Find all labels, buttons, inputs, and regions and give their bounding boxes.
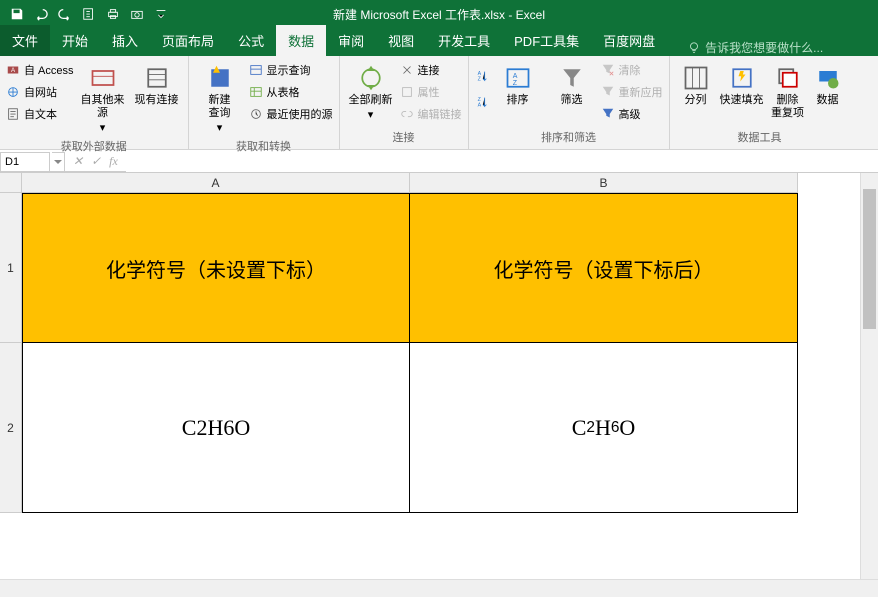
connections-button[interactable]: 连接 xyxy=(400,60,462,80)
new-icon[interactable] xyxy=(78,3,100,25)
ribbon-tabs: 文件 开始 插入 页面布局 公式 数据 审阅 视图 开发工具 PDF工具集 百度… xyxy=(0,28,878,56)
data-validation-button[interactable]: 数据 xyxy=(812,60,844,107)
cell-a1[interactable]: 化学符号（未设置下标） xyxy=(22,193,410,343)
title-bar: 新建 Microsoft Excel 工作表.xlsx - Excel xyxy=(0,0,878,28)
enter-icon[interactable]: ✓ xyxy=(91,154,101,169)
row-header-2[interactable]: 2 xyxy=(0,343,22,513)
undo-icon[interactable] xyxy=(30,3,52,25)
sort-asc-icon[interactable]: AZ xyxy=(475,66,489,86)
tab-review[interactable]: 审阅 xyxy=(326,25,376,56)
cell-b1[interactable]: 化学符号（设置下标后） xyxy=(410,193,798,343)
cell-a2[interactable]: C2H6O xyxy=(22,343,410,513)
text-to-columns-button[interactable]: 分列 xyxy=(676,60,716,107)
from-text-button[interactable]: 自文本 xyxy=(6,104,74,124)
cancel-icon[interactable]: ✕ xyxy=(73,154,83,169)
remove-duplicates-button[interactable]: 删除 重复项 xyxy=(768,60,808,120)
name-box-dropdown[interactable] xyxy=(52,152,65,172)
formula-input[interactable] xyxy=(126,152,878,172)
camera-icon[interactable] xyxy=(126,3,148,25)
bulb-icon xyxy=(687,41,701,55)
tab-baidu[interactable]: 百度网盘 xyxy=(591,25,667,56)
group-connections: 全部刷新▾ 连接 属性 编辑链接 连接 xyxy=(340,56,469,149)
save-icon[interactable] xyxy=(6,3,28,25)
tell-me-text: 告诉我您想要做什么... xyxy=(705,39,823,56)
select-all-corner[interactable] xyxy=(0,173,22,193)
new-query-button[interactable]: 新建 查询▾ xyxy=(195,60,245,136)
tab-file[interactable]: 文件 xyxy=(0,25,50,56)
flash-fill-button[interactable]: 快速填充 xyxy=(720,60,764,107)
svg-text:A: A xyxy=(512,73,517,80)
window-title: 新建 Microsoft Excel 工作表.xlsx - Excel xyxy=(333,6,545,23)
spreadsheet-grid: A B 1 2 化学符号（未设置下标） 化学符号（设置下标后） C2H6O C2… xyxy=(0,172,878,597)
redo-icon[interactable] xyxy=(54,3,76,25)
properties-button: 属性 xyxy=(400,82,462,102)
from-access-button[interactable]: A自 Access xyxy=(6,60,74,80)
vertical-scrollbar[interactable] xyxy=(860,173,878,579)
group-external-data: A自 Access 自网站 自文本 自其他来源▾ 现有连接 获取外部数据 xyxy=(0,56,189,149)
svg-text:Z: Z xyxy=(477,76,481,82)
column-header-a[interactable]: A xyxy=(22,173,410,193)
svg-text:A: A xyxy=(477,102,481,108)
formula-bar: D1 ✕ ✓ fx xyxy=(0,152,878,172)
name-box[interactable]: D1 xyxy=(0,152,50,172)
qat-dropdown-icon[interactable] xyxy=(150,3,172,25)
group-data-tools: 分列 快速填充 删除 重复项 数据 数据工具 xyxy=(670,56,850,149)
tab-layout[interactable]: 页面布局 xyxy=(150,25,226,56)
group-get-transform: 新建 查询▾ 显示查询 从表格 最近使用的源 获取和转换 xyxy=(189,56,340,149)
tell-me-box[interactable]: 告诉我您想要做什么... xyxy=(687,39,823,56)
advanced-filter-button[interactable]: 高级 xyxy=(601,104,663,124)
print-icon[interactable] xyxy=(102,3,124,25)
tab-insert[interactable]: 插入 xyxy=(100,25,150,56)
sort-button[interactable]: AZ排序 xyxy=(493,60,543,107)
tab-formula[interactable]: 公式 xyxy=(226,25,276,56)
edit-links-button: 编辑链接 xyxy=(400,104,462,124)
from-web-button[interactable]: 自网站 xyxy=(6,82,74,102)
cell-b2[interactable]: C2H6O xyxy=(410,343,798,513)
fx-icon[interactable]: fx xyxy=(109,154,118,169)
from-other-button[interactable]: 自其他来源▾ xyxy=(78,60,128,136)
reapply-button: 重新应用 xyxy=(601,82,663,102)
horizontal-scrollbar[interactable] xyxy=(0,579,878,597)
clear-filter-button: 清除 xyxy=(601,60,663,80)
sort-desc-icon[interactable]: ZA xyxy=(475,92,489,112)
svg-text:Z: Z xyxy=(512,80,517,87)
tab-view[interactable]: 视图 xyxy=(376,25,426,56)
ribbon: A自 Access 自网站 自文本 自其他来源▾ 现有连接 获取外部数据 新建 … xyxy=(0,56,878,150)
tab-home[interactable]: 开始 xyxy=(50,25,100,56)
tab-data[interactable]: 数据 xyxy=(276,25,326,56)
tab-dev[interactable]: 开发工具 xyxy=(426,25,502,56)
column-header-b[interactable]: B xyxy=(410,173,798,193)
show-queries-button[interactable]: 显示查询 xyxy=(249,60,333,80)
refresh-all-button[interactable]: 全部刷新▾ xyxy=(346,60,396,122)
recent-sources-button[interactable]: 最近使用的源 xyxy=(249,104,333,124)
from-table-button[interactable]: 从表格 xyxy=(249,82,333,102)
group-sort-filter: AZ ZA AZ排序 筛选 清除 重新应用 高级 排序和筛选 xyxy=(469,56,670,149)
filter-button[interactable]: 筛选 xyxy=(547,60,597,107)
tab-pdf[interactable]: PDF工具集 xyxy=(502,25,591,56)
row-header-1[interactable]: 1 xyxy=(0,193,22,343)
existing-connections-button[interactable]: 现有连接 xyxy=(132,60,182,107)
quick-access-toolbar xyxy=(0,3,172,25)
